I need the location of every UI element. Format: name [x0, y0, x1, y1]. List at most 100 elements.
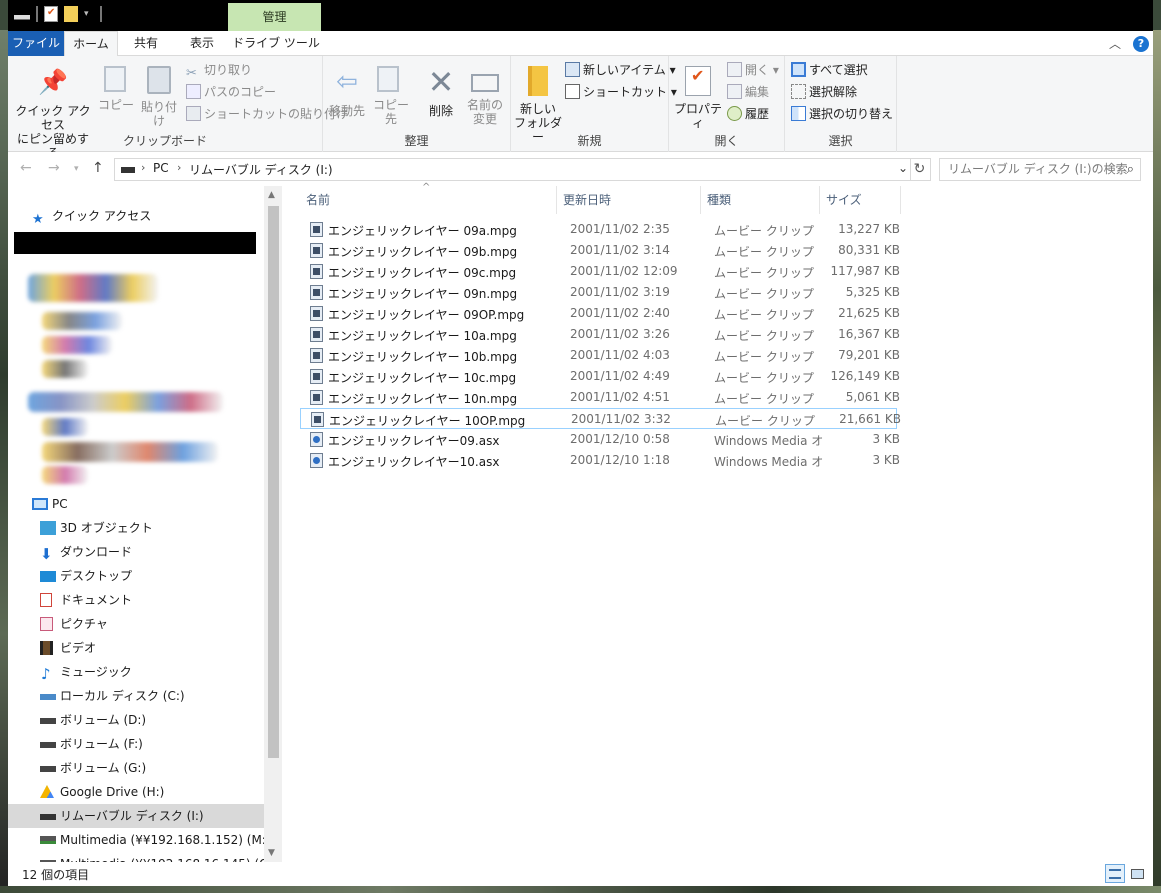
new-folder-icon[interactable]: [64, 6, 78, 22]
copy-button[interactable]: コピー: [96, 66, 136, 112]
nav-item-3d-objects[interactable]: 3D オブジェクト: [8, 516, 264, 540]
nav-item-network-o[interactable]: Multimedia (¥¥192.168.16.145) (O:): [8, 852, 277, 862]
invert-selection-icon: [791, 106, 806, 121]
file-row[interactable]: エンジェリックレイヤー 09b.mpg 2001/11/02 3:14 ムービー ク…: [300, 240, 900, 261]
drive-icon[interactable]: [14, 6, 30, 22]
delete-button[interactable]: ✕ 削除: [423, 66, 459, 118]
search-icon[interactable]: ⌕: [1127, 159, 1134, 180]
details-view-button[interactable]: [1105, 864, 1125, 883]
manage-context-tab[interactable]: 管理: [228, 3, 321, 31]
copy-to-button[interactable]: コピー先: [369, 66, 413, 126]
large-icons-view-button[interactable]: [1127, 864, 1147, 883]
address-bar[interactable]: › PC › リムーバブル ディスク (I:) ⌄: [114, 158, 911, 181]
shortcut-label: ショートカット ▾: [583, 85, 677, 99]
nav-item-network-m[interactable]: Multimedia (¥¥192.168.1.152) (M:): [8, 828, 271, 852]
properties-label: プロパティ: [673, 102, 722, 130]
file-name: エンジェリックレイヤー 09b.mpg: [328, 245, 518, 259]
shortcut-button[interactable]: ショートカット ▾: [565, 82, 677, 102]
edit-button[interactable]: 編集: [727, 82, 769, 102]
recent-locations-icon[interactable]: ▾: [74, 164, 79, 174]
file-type: Windows Media オ...: [714, 434, 824, 448]
breadcrumb-pc[interactable]: PC: [153, 161, 169, 175]
paste-button[interactable]: 貼り付け: [136, 66, 182, 128]
video-file-icon: [310, 243, 323, 258]
file-row[interactable]: エンジェリックレイヤー 10n.mpg 2001/11/02 4:51 ムービー ク…: [300, 387, 900, 408]
nav-quick-access[interactable]: ★ クイック アクセス: [8, 204, 264, 228]
nav-item-volume-g[interactable]: ボリューム (G:): [8, 756, 264, 780]
scrollbar-thumb[interactable]: [268, 206, 279, 758]
tab-drive-tools[interactable]: ドライブ ツール: [230, 31, 322, 56]
file-name: エンジェリックレイヤー10.asx: [328, 455, 500, 469]
nav-item-desktop[interactable]: デスクトップ: [8, 564, 264, 588]
tab-view[interactable]: 表示: [174, 31, 230, 56]
up-arrow-icon[interactable]: ↑: [92, 160, 104, 176]
pin-icon: 📌: [38, 68, 68, 96]
column-header-size[interactable]: サイズ: [820, 186, 901, 214]
nav-item-volume-f[interactable]: ボリューム (F:): [8, 732, 264, 756]
nav-item-pictures[interactable]: ピクチャ: [8, 612, 264, 636]
nav-item-google-drive[interactable]: Google Drive (H:): [8, 780, 264, 804]
search-input[interactable]: リムーバブル ディスク (I:)の検索 ⌕: [939, 158, 1141, 181]
nav-item-removable-disk-i[interactable]: リムーバブル ディスク (I:): [8, 804, 264, 828]
help-icon[interactable]: ?: [1133, 35, 1149, 52]
file-row[interactable]: エンジェリックレイヤー 09a.mpg 2001/11/02 2:35 ムービー ク…: [300, 219, 900, 240]
new-item-button[interactable]: 新しいアイテム ▾: [565, 60, 676, 80]
back-arrow-icon[interactable]: ←: [20, 160, 32, 176]
tab-share[interactable]: 共有: [118, 31, 174, 56]
drive-icon: [40, 718, 56, 724]
copy-path-button[interactable]: パスのコピー: [186, 82, 276, 102]
pin-label-line1: クイック アクセス: [15, 104, 91, 132]
rename-button[interactable]: 名前の 変更: [465, 66, 505, 126]
file-row[interactable]: エンジェリックレイヤー09.asx 2001/12/10 0:58 Windows …: [300, 429, 900, 450]
column-header-date[interactable]: 更新日時: [557, 186, 701, 214]
tab-file[interactable]: ファイル: [8, 31, 64, 56]
file-row[interactable]: エンジェリックレイヤー 10OP.mpg 2001/11/02 3:32 ムービー …: [300, 408, 901, 429]
file-name: エンジェリックレイヤー 10a.mpg: [328, 329, 517, 343]
breadcrumb-separator-icon[interactable]: ›: [177, 161, 181, 174]
invert-selection-label: 選択の切り替え: [809, 107, 894, 121]
file-row[interactable]: エンジェリックレイヤー 10a.mpg 2001/11/02 3:26 ムービー ク…: [300, 324, 900, 345]
cut-button[interactable]: ✂ 切り取り: [186, 60, 252, 81]
nav-item-videos[interactable]: ビデオ: [8, 636, 264, 660]
separator: [36, 6, 38, 22]
nav-pc[interactable]: PC: [8, 492, 264, 516]
address-dropdown-icon[interactable]: ⌄: [898, 161, 908, 175]
forward-arrow-icon[interactable]: →: [48, 160, 60, 176]
properties-button[interactable]: プロパティ: [673, 66, 723, 130]
scroll-down-icon[interactable]: ▼: [268, 848, 275, 858]
scroll-up-icon[interactable]: ▲: [268, 190, 275, 200]
file-type: ムービー クリップ: [714, 266, 814, 280]
file-row[interactable]: エンジェリックレイヤー 10b.mpg 2001/11/02 4:03 ムービー ク…: [300, 345, 900, 366]
select-all-button[interactable]: すべて選択: [791, 60, 868, 80]
open-button[interactable]: 開く ▾: [727, 60, 779, 80]
nav-item-music[interactable]: ♪ ミュージック: [8, 660, 264, 684]
properties-icon[interactable]: [44, 6, 58, 22]
file-row[interactable]: エンジェリックレイヤー 10c.mpg 2001/11/02 4:49 ムービー ク…: [300, 366, 900, 387]
chevron-down-icon[interactable]: ▾: [84, 6, 94, 22]
refresh-button[interactable]: ↻: [909, 158, 931, 181]
nav-item-documents[interactable]: ドキュメント: [8, 588, 264, 612]
nav-item-downloads[interactable]: ⬇ ダウンロード: [8, 540, 264, 564]
removable-disk-icon: [40, 814, 56, 820]
breadcrumb-removable-disk[interactable]: リムーバブル ディスク (I:): [189, 161, 333, 178]
file-row[interactable]: エンジェリックレイヤー10.asx 2001/12/10 1:18 Windows …: [300, 450, 900, 471]
nav-item-volume-d[interactable]: ボリューム (D:): [8, 708, 264, 732]
file-row[interactable]: エンジェリックレイヤー 09OP.mpg 2001/11/02 2:40 ムービー …: [300, 303, 900, 324]
breadcrumb-separator-icon[interactable]: ›: [141, 161, 145, 174]
history-button[interactable]: 履歴: [727, 104, 769, 124]
collapse-ribbon-icon[interactable]: ︿: [1109, 35, 1121, 52]
file-row[interactable]: エンジェリックレイヤー 09n.mpg 2001/11/02 3:19 ムービー ク…: [300, 282, 900, 303]
quick-access-toolbar: ▾: [14, 6, 102, 22]
nav-item-local-disk-c[interactable]: ローカル ディスク (C:): [8, 684, 264, 708]
file-date: 2001/11/02 4:51: [570, 390, 670, 404]
file-row[interactable]: エンジェリックレイヤー 09c.mpg 2001/11/02 12:09 ムービー …: [300, 261, 900, 282]
nav-scrollbar[interactable]: ▲ ▼: [264, 186, 282, 862]
tab-home[interactable]: ホーム: [64, 31, 118, 57]
invert-selection-button[interactable]: 選択の切り替え: [791, 104, 893, 124]
column-header-type[interactable]: 種類: [701, 186, 820, 214]
column-header-name[interactable]: 名前: [300, 186, 557, 214]
desktop-icon: [40, 571, 56, 582]
select-none-button[interactable]: 選択解除: [791, 82, 857, 102]
file-size: 21,661 KB: [839, 412, 901, 426]
move-to-button[interactable]: ⇦ 移動先: [327, 66, 367, 118]
